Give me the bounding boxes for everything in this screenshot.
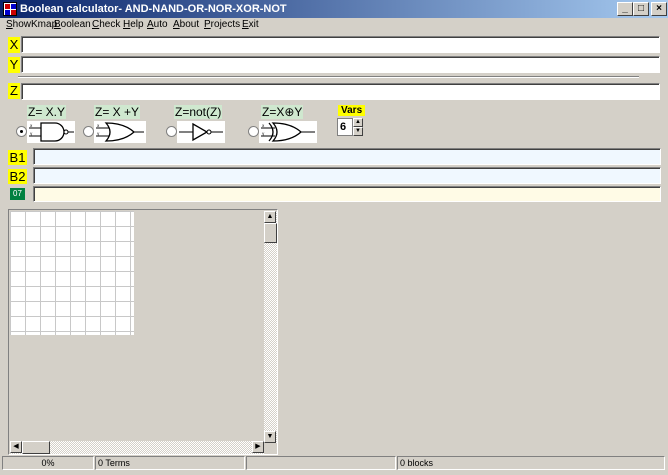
gate-selector: Z= X.Y x y Z= X +Y x y Z=not(Z) Z=X⊕Y x … — [14, 104, 374, 146]
b1-label: B1 — [8, 150, 27, 165]
svg-text:x: x — [30, 123, 33, 128]
terms-status: 0 Terms — [95, 456, 245, 470]
vertical-scrollbar[interactable] — [264, 211, 277, 443]
horizontal-scroll-thumb[interactable] — [22, 441, 50, 454]
menu-boolean[interactable]: Boolean — [54, 19, 91, 31]
xor-gate-radio[interactable] — [248, 126, 259, 137]
close-button[interactable]: × — [651, 2, 667, 16]
menu-showkmap[interactable]: ShowKmap — [6, 19, 57, 31]
x-input[interactable] — [21, 36, 660, 53]
progress-status: 0% — [2, 456, 94, 470]
svg-text:x: x — [262, 123, 265, 128]
or-gate-icon[interactable]: x y — [94, 121, 146, 143]
not-gate-radio[interactable] — [166, 126, 177, 137]
svg-text:y: y — [97, 131, 100, 136]
not-gate-icon[interactable] — [177, 121, 225, 143]
b3-input[interactable] — [33, 186, 661, 202]
vars-down-button[interactable]: ▼ — [353, 127, 363, 136]
scroll-left-button[interactable]: ◀ — [10, 441, 22, 453]
or-gate-label: Z= X +Y — [94, 105, 141, 119]
b2-label: B2 — [8, 169, 27, 184]
xor-gate-icon[interactable]: x y — [259, 121, 317, 143]
vars-value[interactable]: 6 — [337, 118, 353, 136]
window-title: Boolean calculator- AND-NAND-OR-NOR-XOR-… — [20, 3, 287, 15]
maximize-button[interactable]: □ — [633, 2, 649, 16]
menu-about[interactable]: About — [173, 19, 199, 31]
z-label: Z — [8, 83, 20, 99]
b1-input[interactable] — [33, 148, 661, 165]
menu-help[interactable]: Help — [123, 19, 144, 31]
y-input[interactable] — [21, 56, 660, 73]
app-icon[interactable] — [3, 2, 17, 16]
kmap-panel: ▲ ▼ ◀ ▶ — [8, 209, 278, 455]
and-gate-label: Z= X.Y — [27, 105, 67, 119]
menu-bar: ShowKmap Boolean Check Help Auto About P… — [0, 18, 668, 32]
blocks-status: 0 blocks — [397, 456, 665, 470]
vertical-scroll-thumb[interactable] — [264, 223, 277, 243]
vars-label: Vars — [338, 105, 366, 116]
or-gate-radio[interactable] — [83, 126, 94, 137]
svg-text:x: x — [97, 123, 100, 128]
svg-text:y: y — [262, 131, 265, 136]
minimize-button[interactable]: _ — [617, 2, 633, 16]
and-gate-radio[interactable] — [16, 126, 27, 137]
kmap-grid[interactable] — [10, 211, 134, 335]
scroll-down-button[interactable]: ▼ — [264, 431, 276, 443]
not-gate-label: Z=not(Z) — [174, 105, 223, 119]
status-panel-empty — [246, 456, 396, 470]
z-input[interactable] — [21, 83, 660, 100]
title-bar: Boolean calculator- AND-NAND-OR-NOR-XOR-… — [0, 0, 668, 18]
menu-check[interactable]: Check — [92, 19, 120, 31]
separator-line — [18, 76, 639, 78]
b3-label: 07 — [10, 188, 25, 200]
scroll-up-button[interactable]: ▲ — [264, 211, 276, 223]
svg-text:y: y — [30, 131, 33, 136]
menu-projects[interactable]: Projects — [204, 19, 240, 31]
vars-up-button[interactable]: ▲ — [353, 118, 363, 127]
and-gate-icon[interactable]: x y — [27, 121, 75, 143]
menu-exit[interactable]: Exit — [242, 19, 259, 31]
y-label: Y — [8, 57, 20, 73]
b2-input[interactable] — [33, 167, 661, 184]
menu-auto[interactable]: Auto — [147, 19, 168, 31]
xor-gate-label: Z=X⊕Y — [261, 105, 304, 119]
x-label: X — [8, 37, 20, 53]
scroll-right-button[interactable]: ▶ — [252, 441, 264, 453]
